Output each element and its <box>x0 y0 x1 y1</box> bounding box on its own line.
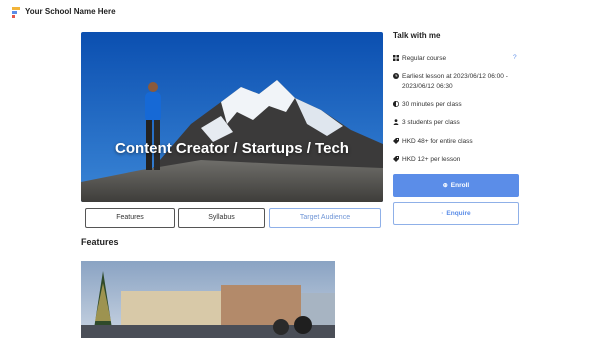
tag-icon <box>393 156 399 162</box>
tab-syllabus[interactable]: Syllabus <box>178 208 265 228</box>
course-tabs: Features Syllabus Target Audience <box>85 208 381 228</box>
plus-circle-icon: ⊕ <box>442 183 448 189</box>
info-duration-label: 30 minutes per class <box>402 101 462 108</box>
features-heading: Features <box>81 237 119 247</box>
grid-icon <box>393 55 399 61</box>
school-name[interactable]: Your School Name Here <box>25 7 116 16</box>
tag-icon <box>393 138 399 144</box>
info-earliest-lesson-label: Earliest lesson at 2023/06/12 06:00 - 20… <box>402 73 508 90</box>
school-logo-icon[interactable] <box>12 7 20 18</box>
enquire-button-label: Enquire <box>446 210 471 217</box>
clock-icon <box>393 73 399 79</box>
info-class-size-label: 3 students per class <box>402 119 460 126</box>
tab-target-audience[interactable]: Target Audience <box>269 208 381 228</box>
sidebar-title: Talk with me <box>393 31 441 40</box>
half-circle-icon <box>393 101 399 107</box>
tab-features[interactable]: Features <box>85 208 175 228</box>
enroll-button[interactable]: ⊕ Enroll <box>393 174 519 197</box>
person-icon <box>393 119 399 125</box>
info-price-class-label: HKD 48+ for entire class <box>402 138 473 145</box>
message-icon: · <box>441 211 444 217</box>
course-hero-image: Content Creator / Startups / Tech <box>81 32 383 202</box>
enquire-button[interactable]: · Enquire <box>393 202 519 225</box>
top-bar: Your School Name Here <box>0 0 600 26</box>
features-photo <box>81 261 335 338</box>
info-course-type-label: Regular course <box>402 55 447 62</box>
mountain-photo <box>81 32 383 202</box>
info-price-lesson-label: HKD 12+ per lesson <box>402 156 461 163</box>
enroll-button-label: Enroll <box>450 182 470 189</box>
course-title: Content Creator / Startups / Tech <box>115 140 349 157</box>
